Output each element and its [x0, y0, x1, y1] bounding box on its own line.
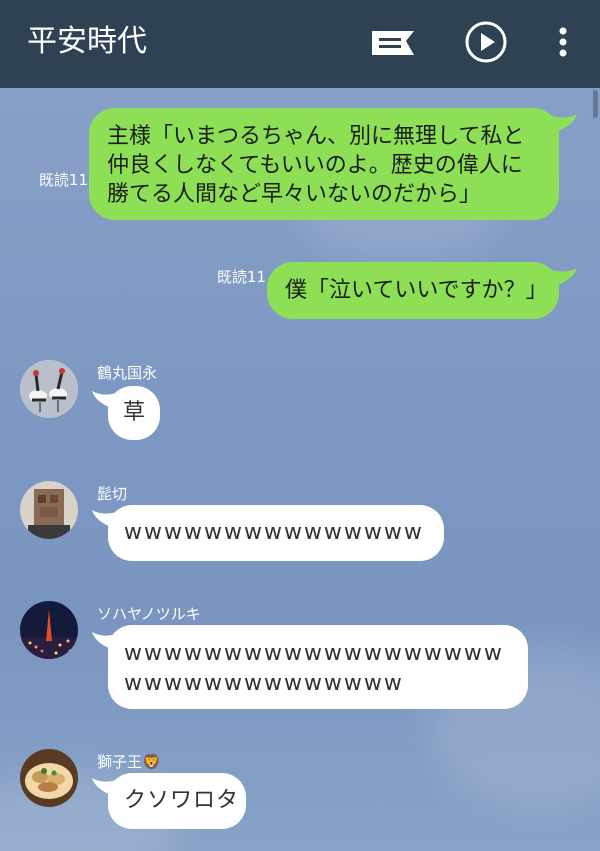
play-icon[interactable] [464, 20, 508, 64]
more-icon[interactable] [552, 26, 574, 58]
sender-name: ソハヤノツルキ [97, 605, 201, 623]
avatar[interactable] [20, 481, 78, 539]
sender-name: 獅子王🦁 [97, 753, 161, 771]
incoming-message[interactable]: wwwwwwwwwwwwwwwwwwwwwwwwwwwwwwwww [108, 625, 528, 709]
incoming-message[interactable]: wwwwwwwwwwwwwww [108, 505, 444, 561]
avatar[interactable] [20, 601, 78, 659]
incoming-message[interactable]: クソワロタ [108, 773, 246, 829]
lion-emoji-icon: 🦁 [142, 753, 161, 771]
avatar[interactable] [20, 749, 78, 807]
message-text: wwwwwwwwwwwwwwwwwwwwwwwwwwwwwwwww [124, 641, 504, 696]
message-text: クソワロタ [124, 788, 240, 813]
bubble-tail [553, 268, 577, 286]
sender-name: 鶴丸国永 [97, 364, 158, 382]
read-receipt: 既読11 [216, 268, 266, 286]
scrollbar[interactable] [593, 90, 598, 118]
bubble-tail [553, 114, 577, 132]
read-receipt: 既読11 [38, 171, 88, 189]
outgoing-message[interactable]: 僕「泣いていいですか？」 [267, 262, 559, 319]
outgoing-message[interactable]: 主様「いまつるちゃん、別に無理して私と仲良くしなくてもいいのよ。歴史の偉人に勝て… [89, 108, 559, 220]
sender-name-text: 獅子王 [97, 753, 143, 771]
sender-name: 髭切 [97, 485, 128, 503]
chat-header: 平安時代 [0, 0, 600, 88]
message-text: 主様「いまつるちゃん、別に無理して私と仲良くしなくてもいいのよ。歴史の偉人に勝て… [107, 124, 525, 207]
message-text: wwwwwwwwwwwwwww [124, 520, 424, 545]
incoming-message[interactable]: 草 [108, 386, 160, 440]
message-text: 僕「泣いていいですか？」 [285, 278, 548, 303]
note-icon[interactable] [370, 27, 416, 59]
chat-title: 平安時代 [27, 24, 147, 59]
avatar[interactable] [20, 360, 78, 418]
message-text: 草 [122, 400, 145, 425]
